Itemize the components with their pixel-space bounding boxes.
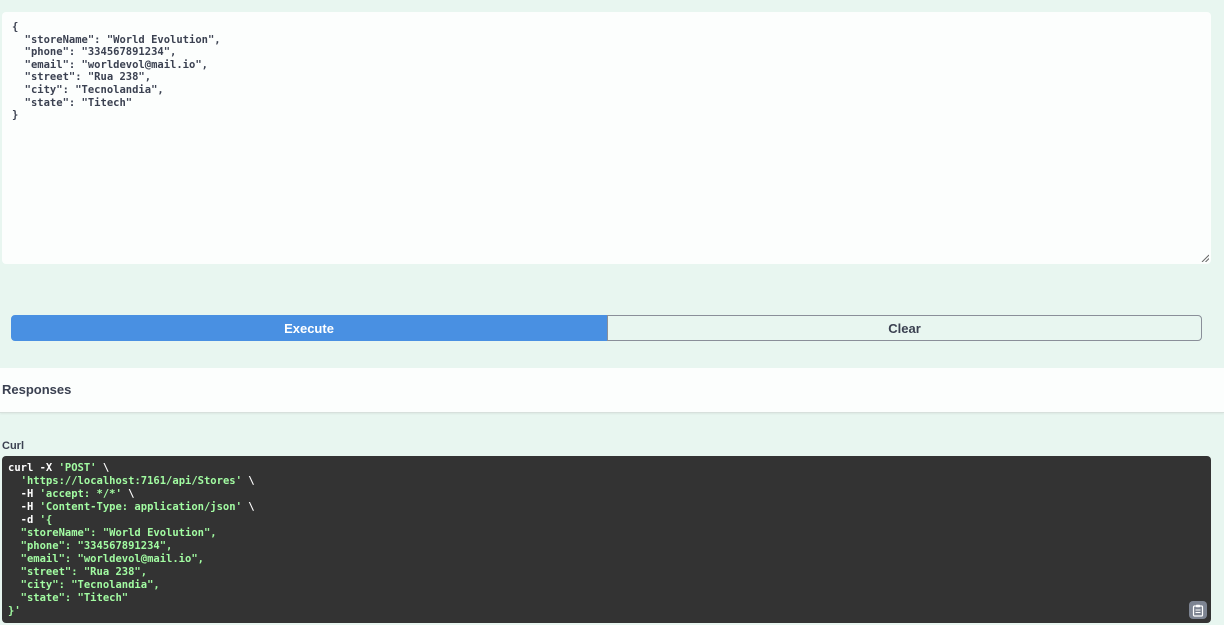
curl-line: "phone": "334567891234", <box>8 540 1205 553</box>
curl-line: "storeName": "World Evolution", <box>8 527 1205 540</box>
curl-string: "street": "Rua 238", <box>8 566 148 578</box>
curl-line: }' <box>8 605 1205 618</box>
curl-text: -H <box>8 488 40 500</box>
body-line: "email": "worldevol@mail.io", <box>12 58 208 71</box>
curl-string: "phone": "334567891234", <box>8 540 173 552</box>
curl-line: -d '{ <box>8 514 1205 527</box>
curl-code-block: curl -X 'POST' \ 'https://localhost:7161… <box>2 456 1211 623</box>
curl-string: "storeName": "World Evolution", <box>8 527 217 539</box>
curl-string: 'accept: */*' <box>39 488 122 500</box>
resize-handle-icon[interactable] <box>1201 254 1209 262</box>
execute-button[interactable]: Execute <box>11 315 607 341</box>
body-line: "state": "Titech" <box>12 96 133 109</box>
request-body-textarea[interactable]: { "storeName": "World Evolution", "phone… <box>2 12 1211 264</box>
responses-header: Responses <box>0 368 1224 413</box>
curl-line: "email": "worldevol@mail.io", <box>8 553 1205 566</box>
copy-to-clipboard-button[interactable] <box>1189 601 1207 619</box>
body-line: "storeName": "World Evolution", <box>12 33 221 46</box>
body-line: "city": "Tecnolandia", <box>12 83 164 96</box>
curl-line: -H 'accept: */*' \ <box>8 488 1205 501</box>
responses-title: Responses <box>2 382 72 397</box>
curl-string: 'https://localhost:7161/api/Stores' <box>20 475 242 487</box>
body-line: { <box>12 21 19 33</box>
body-line: } <box>12 109 19 122</box>
curl-text: \ <box>121 488 135 500</box>
curl-text: \ <box>96 462 110 474</box>
body-line: "phone": "334567891234", <box>12 46 177 59</box>
curl-string: "city": "Tecnolandia", <box>8 579 160 591</box>
curl-text: \ <box>241 501 255 513</box>
curl-string: "state": "Titech" <box>8 592 129 604</box>
curl-text <box>8 475 21 487</box>
clear-button[interactable]: Clear <box>607 315 1202 341</box>
curl-line: curl -X 'POST' \ <box>8 462 1205 475</box>
body-line: "street": "Rua 238", <box>12 71 152 84</box>
curl-line: 'https://localhost:7161/api/Stores' \ <box>8 475 1205 488</box>
curl-string: }' <box>8 605 21 617</box>
curl-line: "state": "Titech" <box>8 592 1205 605</box>
clipboard-icon <box>1192 604 1204 617</box>
curl-string: '{ <box>39 514 53 526</box>
curl-text: -d <box>8 514 40 526</box>
curl-text: curl -X <box>8 462 59 474</box>
curl-line: "city": "Tecnolandia", <box>8 579 1205 592</box>
execute-actions: Execute Clear <box>11 315 1202 341</box>
curl-string: 'POST' <box>58 462 97 474</box>
curl-text: \ <box>241 475 255 487</box>
curl-string: 'Content-Type: application/json' <box>39 501 242 513</box>
curl-line: -H 'Content-Type: application/json' \ <box>8 501 1205 514</box>
curl-line: "street": "Rua 238", <box>8 566 1205 579</box>
curl-text: -H <box>8 501 40 513</box>
curl-string: "email": "worldevol@mail.io", <box>8 553 204 565</box>
curl-label: Curl <box>2 440 24 452</box>
